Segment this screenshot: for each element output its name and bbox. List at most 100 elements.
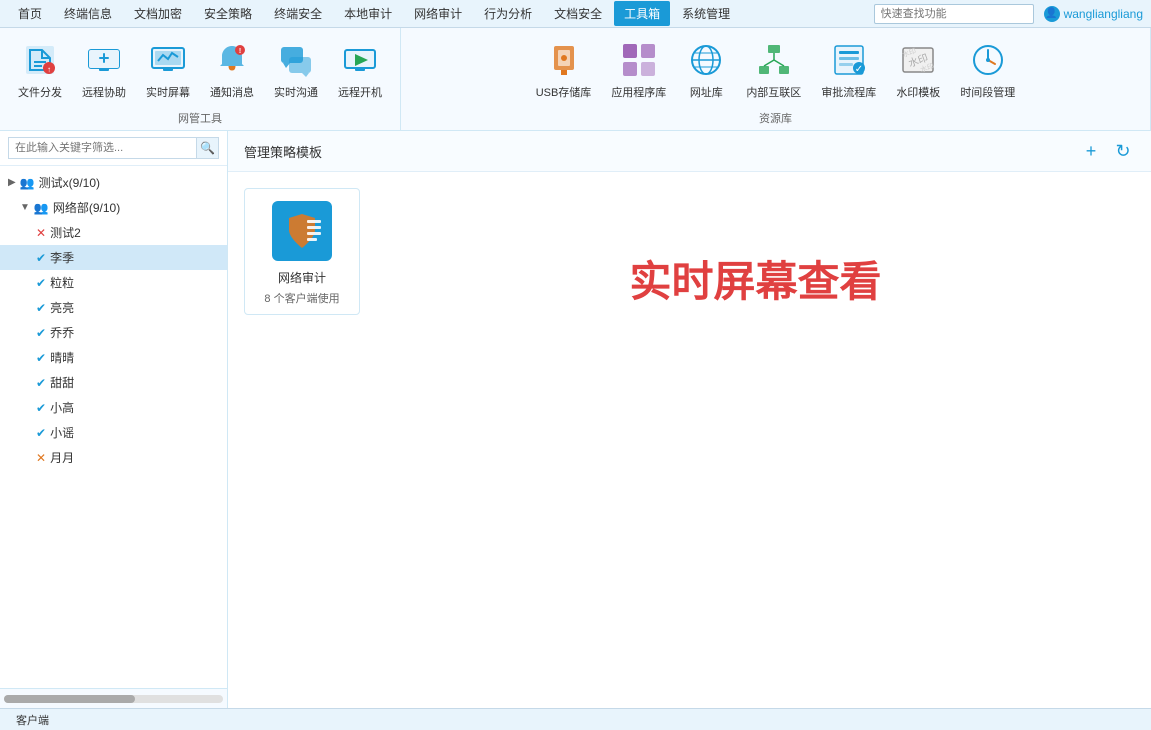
status-warn-icon: ✕ [36, 451, 46, 465]
list-item[interactable]: ✔ 乔乔 [0, 320, 227, 345]
user-menu[interactable]: 👤 wangliangliang [1044, 6, 1143, 22]
leaf-name: 小高 [50, 399, 74, 416]
nettools-section-label: 网管工具 [0, 108, 400, 130]
status-ok-icon: ✔ [36, 276, 46, 290]
watermark-label: 水印模板 [896, 84, 940, 100]
leaf-name: 粒粒 [50, 274, 74, 291]
list-item[interactable]: ✔ 甜甜 [0, 370, 227, 395]
list-item[interactable]: ✕ 测试2 [0, 220, 227, 245]
status-ok-icon: ✔ [36, 326, 46, 340]
toolbar-watermark[interactable]: 水印 水印 水印 水印模板 [890, 36, 946, 104]
horizontal-scrollbar[interactable] [4, 695, 223, 703]
bottom-tab-clients[interactable]: 客户端 [8, 710, 57, 730]
toolbar-realtime-chat[interactable]: 实时沟通 [268, 36, 324, 104]
remote-boot-icon [342, 42, 378, 78]
refresh-button[interactable]: ↻ [1111, 139, 1135, 163]
sidebar-search-area: 🔍 [0, 131, 227, 166]
list-item[interactable]: ✔ 粒粒 [0, 270, 227, 295]
toolbar-usb[interactable]: USB存储库 [530, 36, 598, 104]
list-item[interactable]: ✔ 亮亮 [0, 295, 227, 320]
time-segment-icon [970, 42, 1006, 78]
status-ok-icon: ✔ [36, 376, 46, 390]
policy-name: 网络审计 [278, 269, 326, 286]
list-item[interactable]: ✔ 小高 [0, 395, 227, 420]
website-library-label: 网址库 [690, 84, 723, 100]
dept-icon: 👥 [34, 201, 49, 215]
remote-boot-label: 远程开机 [338, 84, 382, 100]
tree-root-label: 测试x(9/10) [39, 174, 100, 191]
realtime-chat-label: 实时沟通 [274, 84, 318, 100]
nav-terminal-info[interactable]: 终端信息 [54, 1, 122, 26]
bottom-bar: 客户端 [0, 708, 1151, 730]
nav-behavior-analysis[interactable]: 行为分析 [474, 1, 542, 26]
toolbar-app-library[interactable]: 应用程序库 [605, 36, 672, 104]
remote-assist-label: 远程协助 [82, 84, 126, 100]
website-library-icon [688, 42, 724, 78]
sidebar: 🔍 ▶ 👥 测试x(9/10) ▼ 👥 网络部(9/10) ✕ 测试2 [0, 131, 228, 708]
notification-icon: ! [214, 42, 250, 78]
toolbar-website-library[interactable]: 网址库 [680, 36, 732, 104]
resources-section-label: 资源库 [401, 108, 1150, 130]
nav-terminal-security[interactable]: 终端安全 [264, 1, 332, 26]
leaf-name: 晴晴 [50, 349, 74, 366]
list-item[interactable]: ✕ 月月 [0, 445, 227, 470]
leaf-name: 小谣 [50, 424, 74, 441]
nav-doc-encrypt[interactable]: 文档加密 [124, 1, 192, 26]
content-actions: + ↻ [1079, 139, 1135, 163]
sidebar-search-button[interactable]: 🔍 [197, 137, 219, 159]
app-library-icon [621, 42, 657, 78]
nav-home[interactable]: 首页 [8, 1, 52, 26]
toolbar-section-resources: USB存储库 应用程序库 [401, 28, 1151, 130]
realtime-screen-text: 实时屏幕查看 [376, 188, 1135, 309]
toolbar-file-distribute[interactable]: ↑ 文件分发 [12, 36, 68, 104]
list-item[interactable]: ✔ 李季 [0, 245, 227, 270]
expand-arrow-icon: ▶ [8, 177, 16, 188]
app-library-label: 应用程序库 [611, 84, 666, 100]
scrollbar-thumb[interactable] [4, 695, 135, 703]
leaf-name: 测试2 [50, 224, 81, 241]
internal-network-label: 内部互联区 [746, 84, 801, 100]
toolbar-remote-boot[interactable]: 远程开机 [332, 36, 388, 104]
add-policy-button[interactable]: + [1079, 139, 1103, 163]
policy-card[interactable]: 网络审计 8 个客户端使用 [244, 188, 360, 315]
toolbar-time-segment[interactable]: 时间段管理 [954, 36, 1021, 104]
toolbar-remote-assist[interactable]: 远程协助 [76, 36, 132, 104]
status-ok-icon: ✔ [36, 251, 46, 265]
audit-flow-label: 审批流程库 [821, 84, 876, 100]
tree-group-item[interactable]: ▼ 👥 网络部(9/10) [0, 195, 227, 220]
toolbar-notification[interactable]: ! 通知消息 [204, 36, 260, 104]
content-title: 管理策略模板 [244, 142, 322, 161]
toolbar-internal-network[interactable]: 内部互联区 [740, 36, 807, 104]
status-error-icon: ✕ [36, 226, 46, 240]
leaf-name: 李季 [50, 249, 74, 266]
list-item[interactable]: ✔ 晴晴 [0, 345, 227, 370]
nav-security-policy[interactable]: 安全策略 [194, 1, 262, 26]
sidebar-search-input[interactable] [8, 137, 197, 159]
group-expand-icon: ▼ [20, 202, 30, 213]
realtime-chat-icon [278, 42, 314, 78]
internal-network-icon [756, 42, 792, 78]
nav-doc-security[interactable]: 文档安全 [544, 1, 612, 26]
content-header: 管理策略模板 + ↻ [228, 131, 1151, 172]
svg-text:!: ! [239, 48, 241, 55]
content-body: 网络审计 8 个客户端使用 实时屏幕查看 [228, 172, 1151, 708]
tree-root-item[interactable]: ▶ 👥 测试x(9/10) [0, 170, 227, 195]
status-ok-icon: ✔ [36, 401, 46, 415]
leaf-name: 甜甜 [50, 374, 74, 391]
user-avatar-icon: 👤 [1044, 6, 1060, 22]
list-item[interactable]: ✔ 小谣 [0, 420, 227, 445]
leaf-name: 亮亮 [50, 299, 74, 316]
nav-toolbox[interactable]: 工具箱 [614, 1, 670, 26]
toolbar-audit-flow[interactable]: ✓ 审批流程库 [815, 36, 882, 104]
toolbar-section-nettools: ↑ 文件分发 远程协助 [0, 28, 401, 130]
nav-local-audit[interactable]: 本地审计 [334, 1, 402, 26]
nav-network-audit[interactable]: 网络审计 [404, 1, 472, 26]
file-distribute-icon: ↑ [22, 42, 58, 78]
toolbar-realtime-screen[interactable]: 实时屏幕 [140, 36, 196, 104]
status-ok-icon: ✔ [36, 301, 46, 315]
policy-icon-wrap [272, 201, 332, 261]
nav-system-mgmt[interactable]: 系统管理 [672, 1, 740, 26]
global-search-input[interactable] [874, 4, 1034, 24]
toolbar: ↑ 文件分发 远程协助 [0, 28, 1151, 131]
realtime-screen-label: 实时屏幕 [146, 84, 190, 100]
